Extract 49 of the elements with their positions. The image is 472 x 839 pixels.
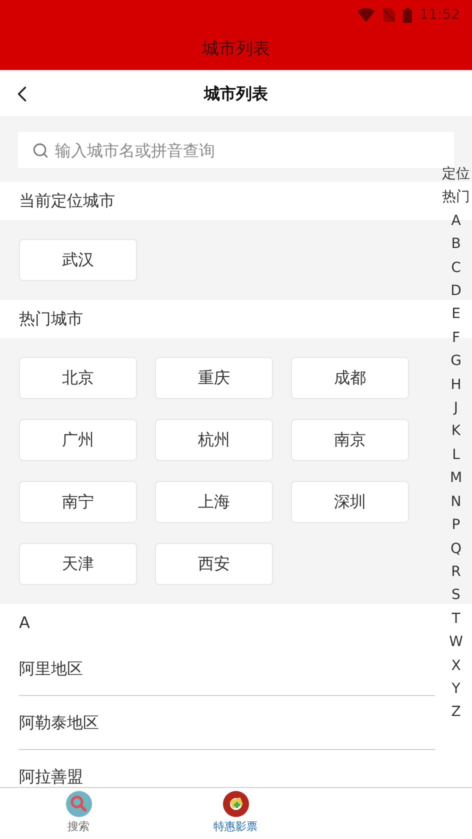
city-button[interactable]: 南京: [291, 419, 409, 461]
index-letter[interactable]: K: [451, 420, 461, 444]
index-letter[interactable]: 热门: [442, 186, 470, 210]
index-letter[interactable]: C: [451, 256, 461, 280]
ticket-icon: [222, 791, 248, 818]
header-title: 城市列表: [204, 83, 268, 105]
city-button[interactable]: 上海: [155, 481, 273, 523]
no-sim-icon: [382, 8, 395, 22]
battery-icon: [402, 8, 412, 22]
search-field[interactable]: 输入城市名或拼音查询: [18, 132, 454, 168]
index-letter[interactable]: A: [451, 210, 461, 234]
city-button[interactable]: 南宁: [19, 481, 137, 523]
search-icon: [66, 791, 92, 818]
index-letter[interactable]: M: [450, 467, 462, 491]
index-letter[interactable]: Z: [451, 701, 461, 725]
app-bar-title: 城市列表: [202, 38, 270, 62]
city-button[interactable]: 北京: [19, 357, 137, 399]
search-icon: [32, 142, 49, 159]
status-time: 11:52: [420, 6, 460, 24]
city-button[interactable]: 成都: [291, 357, 409, 399]
index-letter[interactable]: B: [451, 233, 461, 257]
index-letter[interactable]: Q: [450, 538, 462, 561]
index-letter[interactable]: E: [452, 303, 460, 327]
index-letter[interactable]: S: [452, 584, 460, 608]
city-list-item[interactable]: 阿勒泰地区: [19, 696, 435, 750]
index-letter[interactable]: T: [452, 608, 460, 632]
index-letter[interactable]: G: [450, 350, 462, 374]
city-button[interactable]: 武汉: [19, 239, 137, 281]
city-button[interactable]: 广州: [19, 419, 137, 461]
tab[interactable]: 特惠影票: [157, 788, 314, 839]
index-letter[interactable]: H: [450, 374, 462, 398]
city-button[interactable]: 重庆: [155, 357, 273, 399]
index-letter[interactable]: R: [451, 560, 461, 584]
wifi-icon: [356, 8, 375, 22]
index-letter[interactable]: J: [454, 397, 458, 420]
index-letter[interactable]: D: [450, 280, 462, 304]
index-letter[interactable]: P: [452, 514, 460, 538]
index-letter[interactable]: L: [452, 444, 460, 468]
city-button[interactable]: 西安: [155, 543, 273, 585]
city-button[interactable]: 天津: [19, 543, 137, 585]
index-letter[interactable]: Y: [452, 678, 460, 702]
city-list-item[interactable]: 阿里地区: [19, 642, 435, 696]
city-button[interactable]: 杭州: [155, 419, 273, 461]
city-button[interactable]: 深圳: [291, 481, 409, 523]
tab[interactable]: 搜索: [0, 788, 157, 839]
index-letter[interactable]: X: [451, 654, 461, 678]
index-letter[interactable]: F: [452, 326, 460, 350]
index-letter[interactable]: W: [449, 631, 463, 655]
index-letter[interactable]: N: [450, 490, 462, 514]
